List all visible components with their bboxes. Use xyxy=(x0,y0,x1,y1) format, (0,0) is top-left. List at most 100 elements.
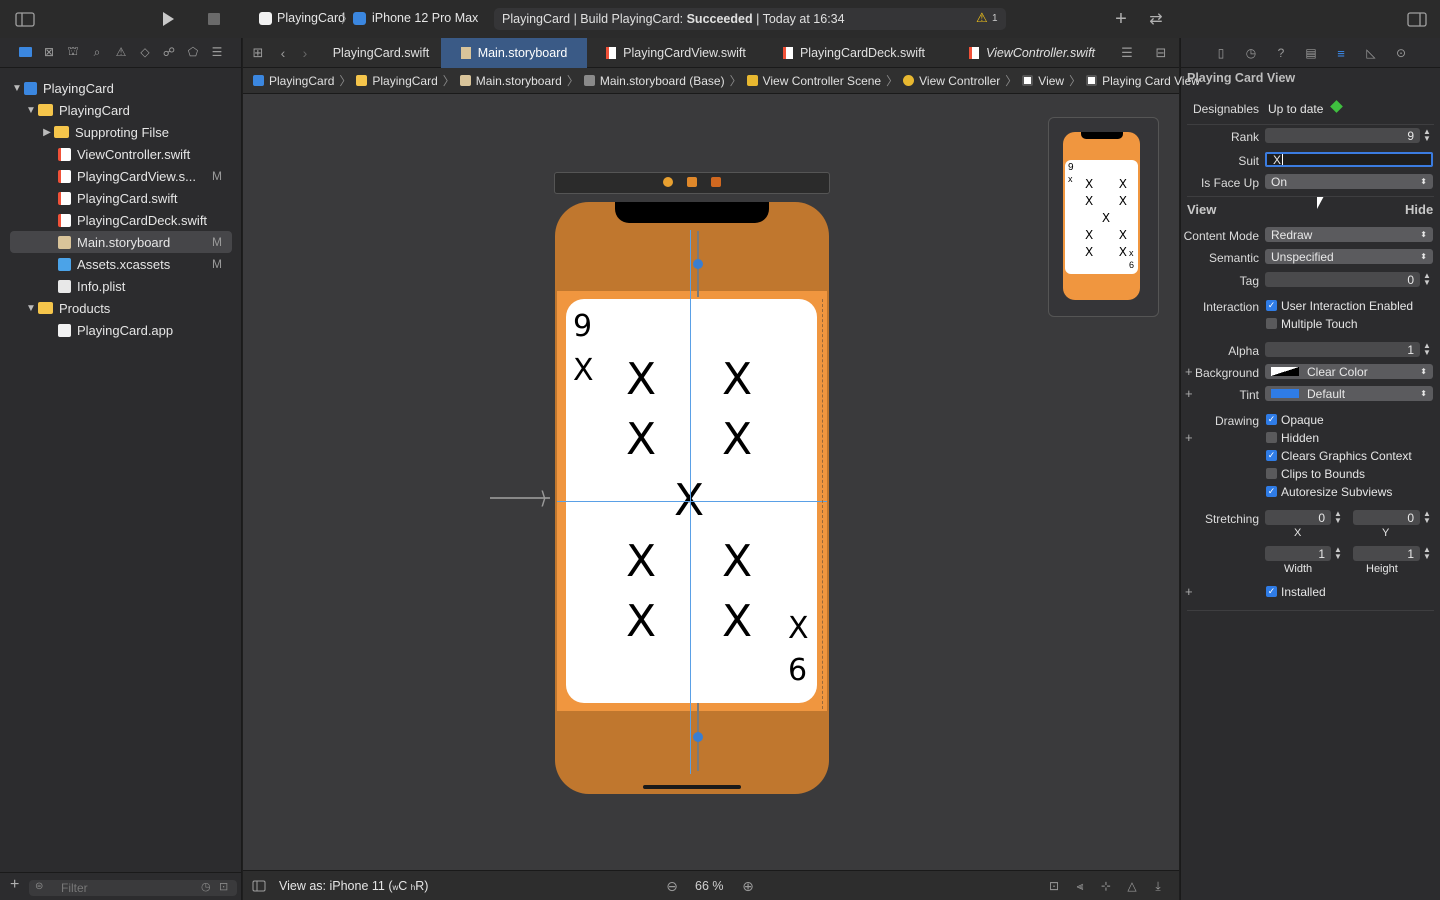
attributes-inspector-icon[interactable]: ≡ xyxy=(1333,44,1349,62)
constraint-handle-bottom[interactable] xyxy=(693,732,703,742)
breadcrumb-item[interactable]: View Controller Scene xyxy=(746,74,881,88)
find-navigator-icon[interactable]: ⌕ xyxy=(90,44,104,60)
tree-item-viewcontroller[interactable]: ViewController.swift xyxy=(10,143,232,165)
issue-navigator-icon[interactable]: ⚠ xyxy=(114,44,128,60)
view-controller-icon[interactable] xyxy=(663,177,673,187)
tag-stepper[interactable]: ▲ ▼ xyxy=(1423,272,1431,287)
tab-viewcontroller-swift[interactable]: ViewController.swift xyxy=(943,38,1121,68)
stretch-width-field[interactable]: 1 xyxy=(1265,546,1331,561)
hidden-checkbox[interactable] xyxy=(1266,432,1277,443)
tab-main-storyboard[interactable]: Main.storyboard xyxy=(441,38,587,68)
navigator-toggle-icon[interactable] xyxy=(14,10,36,28)
breadcrumb-item[interactable]: Main.storyboard xyxy=(459,74,562,88)
tree-item-assets[interactable]: Assets.xcassets M xyxy=(10,253,232,275)
update-frames-icon[interactable]: ⊡ xyxy=(1045,877,1063,895)
user-interaction-checkbox[interactable]: ✓ xyxy=(1266,300,1277,311)
align-icon[interactable]: ⫷ xyxy=(1071,877,1089,895)
stretch-height-field[interactable]: 1 xyxy=(1353,546,1420,561)
add-variation-plus-icon[interactable]: + xyxy=(1185,584,1193,599)
suit-field[interactable]: X xyxy=(1265,152,1433,167)
exit-icon[interactable] xyxy=(711,177,721,187)
constraint-handle-top[interactable] xyxy=(693,259,703,269)
canvas-minimap[interactable]: 9 x XX XX X XX XX x 6 xyxy=(1048,117,1159,317)
breadcrumb-item[interactable]: Playing Card View xyxy=(1086,74,1200,88)
multiple-touch-checkbox[interactable] xyxy=(1266,318,1277,329)
view-as-device[interactable]: View as: iPhone 11 (wC hR) xyxy=(279,879,428,893)
tint-popup[interactable]: Default ⬍ xyxy=(1265,386,1433,401)
forward-chevron-icon[interactable]: › xyxy=(297,44,313,62)
editor-options-icon[interactable]: ☰ xyxy=(1117,44,1137,62)
split-editor-icon[interactable]: ⊟ xyxy=(1151,44,1171,62)
stretch-y-stepper[interactable]: ▲ ▼ xyxy=(1423,510,1431,525)
is-face-up-popup[interactable]: On ⬍ xyxy=(1265,174,1433,189)
filter-field[interactable]: ⊜ Filter ◷ ⊡ xyxy=(29,880,237,896)
warning-count[interactable]: 1 xyxy=(992,13,998,24)
trailing-constraint[interactable] xyxy=(822,299,823,709)
embed-in-icon[interactable]: ⤓ xyxy=(1149,877,1167,895)
zoom-out-icon[interactable]: ⊖ xyxy=(663,877,681,895)
content-mode-popup[interactable]: Redraw ⬍ xyxy=(1265,227,1433,242)
related-items-icon[interactable]: ⊞ xyxy=(249,44,267,62)
resolve-issues-icon[interactable]: △ xyxy=(1123,877,1141,895)
warning-icon[interactable]: ⚠ xyxy=(976,10,988,26)
rank-stepper[interactable]: ▲ ▼ xyxy=(1423,128,1431,143)
zoom-level[interactable]: 66 % xyxy=(695,879,724,893)
opaque-checkbox[interactable]: ✓ xyxy=(1266,414,1277,425)
disclosure-open-icon[interactable]: ▼ xyxy=(24,105,38,116)
tree-item-main-storyboard[interactable]: Main.storyboard M xyxy=(10,231,232,253)
disclosure-open-icon[interactable]: ▼ xyxy=(24,303,38,314)
file-inspector-icon[interactable]: ▯ xyxy=(1213,44,1229,62)
help-inspector-icon[interactable]: ? xyxy=(1273,44,1289,62)
tree-item-playingcard-swift[interactable]: PlayingCard.swift xyxy=(10,187,232,209)
scheme-selector[interactable]: PlayingCard xyxy=(277,11,345,25)
tree-item-playingcarddeck[interactable]: PlayingCardDeck.swift xyxy=(10,209,232,231)
history-inspector-icon[interactable]: ◷ xyxy=(1243,44,1259,62)
document-outline-icon[interactable] xyxy=(251,878,267,894)
device-selector[interactable]: iPhone 12 Pro Max xyxy=(372,11,478,25)
tree-item-supporting-files[interactable]: ▶ Supproting Filse xyxy=(10,121,232,143)
tree-item-products[interactable]: ▼ Products xyxy=(10,297,232,319)
stretch-x-field[interactable]: 0 xyxy=(1265,510,1331,525)
tree-item-info-plist[interactable]: Info.plist xyxy=(10,275,232,297)
tab-playingcard-swift[interactable]: PlayingCard.swift xyxy=(321,38,441,68)
background-popup[interactable]: Clear Color ⬍ xyxy=(1265,364,1433,379)
tree-item-project[interactable]: ▼ PlayingCard xyxy=(10,77,232,99)
report-navigator-icon[interactable]: ☰ xyxy=(210,44,224,60)
scene-dock[interactable] xyxy=(554,172,830,194)
clips-bounds-checkbox[interactable] xyxy=(1266,468,1277,479)
first-responder-icon[interactable] xyxy=(687,177,697,187)
library-plus-icon[interactable]: + xyxy=(1112,8,1130,30)
add-variation-plus-icon[interactable]: + xyxy=(1185,430,1193,445)
add-constraints-icon[interactable]: ⊹ xyxy=(1097,877,1115,895)
stretch-height-stepper[interactable]: ▲ ▼ xyxy=(1423,546,1431,561)
breadcrumb-item[interactable]: Main.storyboard (Base) xyxy=(583,74,725,88)
source-control-filter-icon[interactable]: ⊡ xyxy=(219,880,228,893)
breadcrumb-item[interactable]: PlayingCard xyxy=(253,74,334,88)
stretch-x-stepper[interactable]: ▲ ▼ xyxy=(1334,510,1342,525)
tab-playingcardview-swift[interactable]: PlayingCardView.swift xyxy=(587,38,765,68)
source-control-icon[interactable]: ⊠ xyxy=(42,44,56,60)
semantic-popup[interactable]: Unspecified ⬍ xyxy=(1265,249,1433,264)
clears-context-checkbox[interactable]: ✓ xyxy=(1266,450,1277,461)
disclosure-open-icon[interactable]: ▼ xyxy=(10,83,24,94)
project-navigator-icon[interactable] xyxy=(19,47,32,57)
tree-item-group-playingcard[interactable]: ▼ PlayingCard xyxy=(10,99,232,121)
tag-field[interactable]: 0 xyxy=(1265,272,1420,287)
installed-checkbox[interactable]: ✓ xyxy=(1266,586,1277,597)
breadcrumb-item[interactable]: View xyxy=(1022,74,1064,88)
stretch-width-stepper[interactable]: ▲ ▼ xyxy=(1334,546,1342,561)
alpha-stepper[interactable]: ▲ ▼ xyxy=(1423,342,1431,357)
tab-playingcarddeck-swift[interactable]: PlayingCardDeck.swift xyxy=(765,38,943,68)
breadcrumb-item[interactable]: View Controller xyxy=(903,74,1000,88)
identity-inspector-icon[interactable]: ▤ xyxy=(1303,44,1319,62)
add-file-plus-icon[interactable]: + xyxy=(10,876,19,894)
tree-item-app[interactable]: PlayingCard.app xyxy=(10,319,232,341)
inspector-toggle-icon[interactable] xyxy=(1406,10,1428,28)
stretch-y-field[interactable]: 0 xyxy=(1353,510,1420,525)
run-icon[interactable] xyxy=(158,9,178,29)
back-chevron-icon[interactable]: ‹ xyxy=(275,44,291,62)
symbol-navigator-icon[interactable]: ⛫ xyxy=(66,44,80,60)
stop-icon[interactable] xyxy=(205,10,223,28)
breadcrumb-item[interactable]: PlayingCard xyxy=(356,74,438,88)
size-inspector-icon[interactable]: ◺ xyxy=(1363,44,1379,62)
